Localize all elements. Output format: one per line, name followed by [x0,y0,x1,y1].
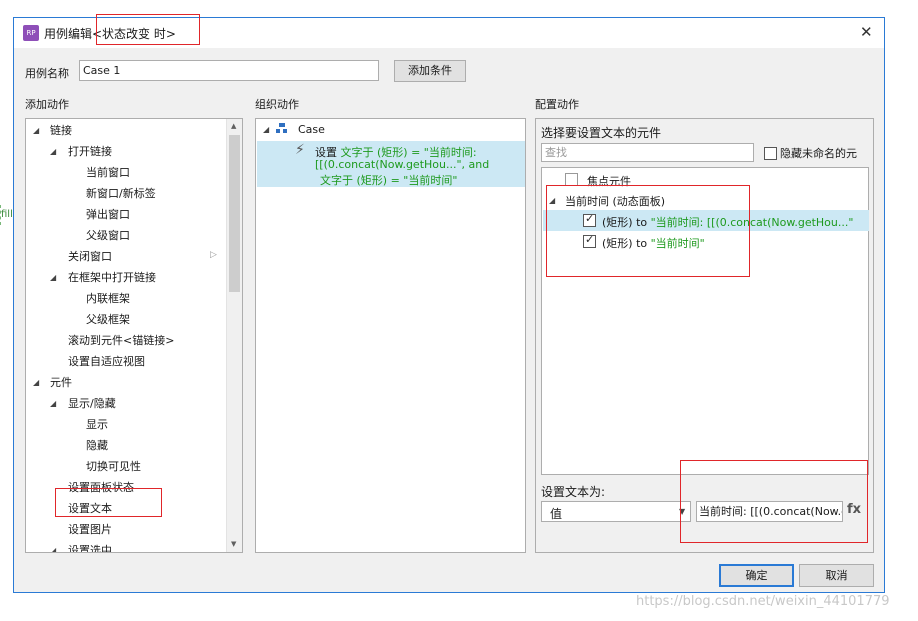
tree-item[interactable]: 当前窗口 [26,162,224,183]
set-text-label: 设置文本为: [541,485,606,499]
expand-icon[interactable]: ◢ [33,372,39,393]
submenu-arrow-icon: ▷ [210,250,217,260]
tree-item[interactable]: 弹出窗口 [26,204,224,225]
watermark: https://blog.csdn.net/weixin_44101779 [636,594,890,609]
hide-unnamed-label: 隐藏未命名的元 [780,147,857,160]
tree-item-label: 链接 [50,124,72,137]
scroll-thumb[interactable] [229,135,240,292]
background-fragment: fill [0,205,13,225]
scroll-up-icon[interactable]: ▲ [231,122,236,130]
expand-icon[interactable]: ◢ [33,120,39,141]
annotation-box-title [96,14,200,45]
value-type-select-text: 值 [550,507,563,521]
tree-item-label: 元件 [50,376,72,389]
close-icon[interactable]: ✕ [860,23,873,41]
annotation-box-value [680,460,868,543]
tree-item[interactable]: ◢ 元件 [26,372,224,393]
ok-button[interactable]: 确定 [719,564,794,587]
action-item-selected[interactable]: ⚡ 设置 文字于 (矩形) = "当前时间: [[(0.concat(Now.g… [257,141,525,187]
tree-item[interactable]: 切换可见性 [26,456,224,477]
tree-item[interactable]: 隐藏 [26,435,224,456]
tree-item[interactable]: ◢ 打开链接 [26,141,224,162]
lightning-icon: ⚡ [295,142,305,158]
add-actions-header: 添加动作 [25,98,69,111]
hide-unnamed-checkbox[interactable] [764,147,777,160]
annotation-box-widgets [546,185,750,277]
case-name-label: 用例名称 [25,67,69,80]
tree-item-label: 显示/隐藏 [68,397,116,410]
tree-item[interactable]: 显示 [26,414,224,435]
tree-item[interactable]: 内联框架 [26,288,224,309]
tree-item-label: 当前窗口 [86,166,130,179]
tree-item[interactable]: 父级框架 [26,309,224,330]
tree-item[interactable]: 设置图片 [26,519,224,540]
app-logo-icon: RP [23,25,39,41]
tree-item[interactable]: 滚动到元件<锚链接> [26,330,224,351]
tree-item-label: 父级框架 [86,313,130,326]
tree-item-label: 内联框架 [86,292,130,305]
annotation-box-set-text [55,488,162,517]
tree-item-label: 在框架中打开链接 [68,271,156,284]
tree-item[interactable]: 父级窗口 [26,225,224,246]
organize-actions-header: 组织动作 [255,98,299,111]
tree-item-label: 设置自适应视图 [68,355,145,368]
expand-icon[interactable]: ◢ [50,267,56,288]
tree-item[interactable]: ◢ 显示/隐藏 [26,393,224,414]
cancel-button[interactable]: 取消 [799,564,874,587]
tree-item-label: 打开链接 [68,145,112,158]
tree-item-label: 滚动到元件<锚链接> [68,334,175,347]
add-condition-button[interactable]: 添加条件 [394,60,466,82]
tree-item[interactable]: ◢ 设置选中 [26,540,224,553]
tree-item-label: 关闭窗口 [68,250,112,263]
case-label[interactable]: Case [298,123,325,136]
tree-item[interactable]: ◢ 链接 [26,120,224,141]
tree-item[interactable]: ◢ 在框架中打开链接 [26,267,224,288]
case-expand-icon[interactable]: ◢ [263,125,269,134]
tree-item-label: 隐藏 [86,439,108,452]
tree-item-label: 显示 [86,418,108,431]
action-line-3: 文字于 (矩形) = "当前时间" [320,174,458,187]
tree-item-label: 设置图片 [68,523,112,536]
organize-actions-panel: ◢ Case ⚡ 设置 文字于 (矩形) = "当前时间: [[(0.conca… [255,118,526,553]
scrollbar[interactable]: ▲ ▼ [226,119,242,552]
tree-item-label: 设置选中 [68,544,112,553]
expand-icon[interactable]: ◢ [50,540,56,552]
value-type-select[interactable]: 值 ▼ [541,501,691,522]
tree-item[interactable]: 设置自适应视图 [26,351,224,372]
tree-item-label: 切换可见性 [86,460,141,473]
tree-item[interactable]: 关闭窗口 [26,246,224,267]
scroll-down-icon[interactable]: ▼ [231,540,236,548]
tree-item-label: 弹出窗口 [86,208,130,221]
select-widget-label: 选择要设置文本的元件 [541,126,662,140]
action-line-2: [[(0.concat(Now.getHou...", and [315,158,490,171]
case-name-input[interactable]: Case 1 [79,60,379,81]
tree-item-label: 新窗口/新标签 [86,187,156,200]
tree-item[interactable]: 新窗口/新标签 [26,183,224,204]
expand-icon[interactable]: ◢ [50,393,56,414]
case-editor-dialog: RP 用例编辑<状态改变 时> ✕ 用例名称 Case 1 添加条件 添加动作 … [13,14,885,593]
search-input[interactable]: 查找 [541,143,754,162]
case-tree-icon [276,123,288,134]
tree-item-label: 父级窗口 [86,229,130,242]
configure-actions-header: 配置动作 [535,98,579,111]
expand-icon[interactable]: ◢ [50,141,56,162]
